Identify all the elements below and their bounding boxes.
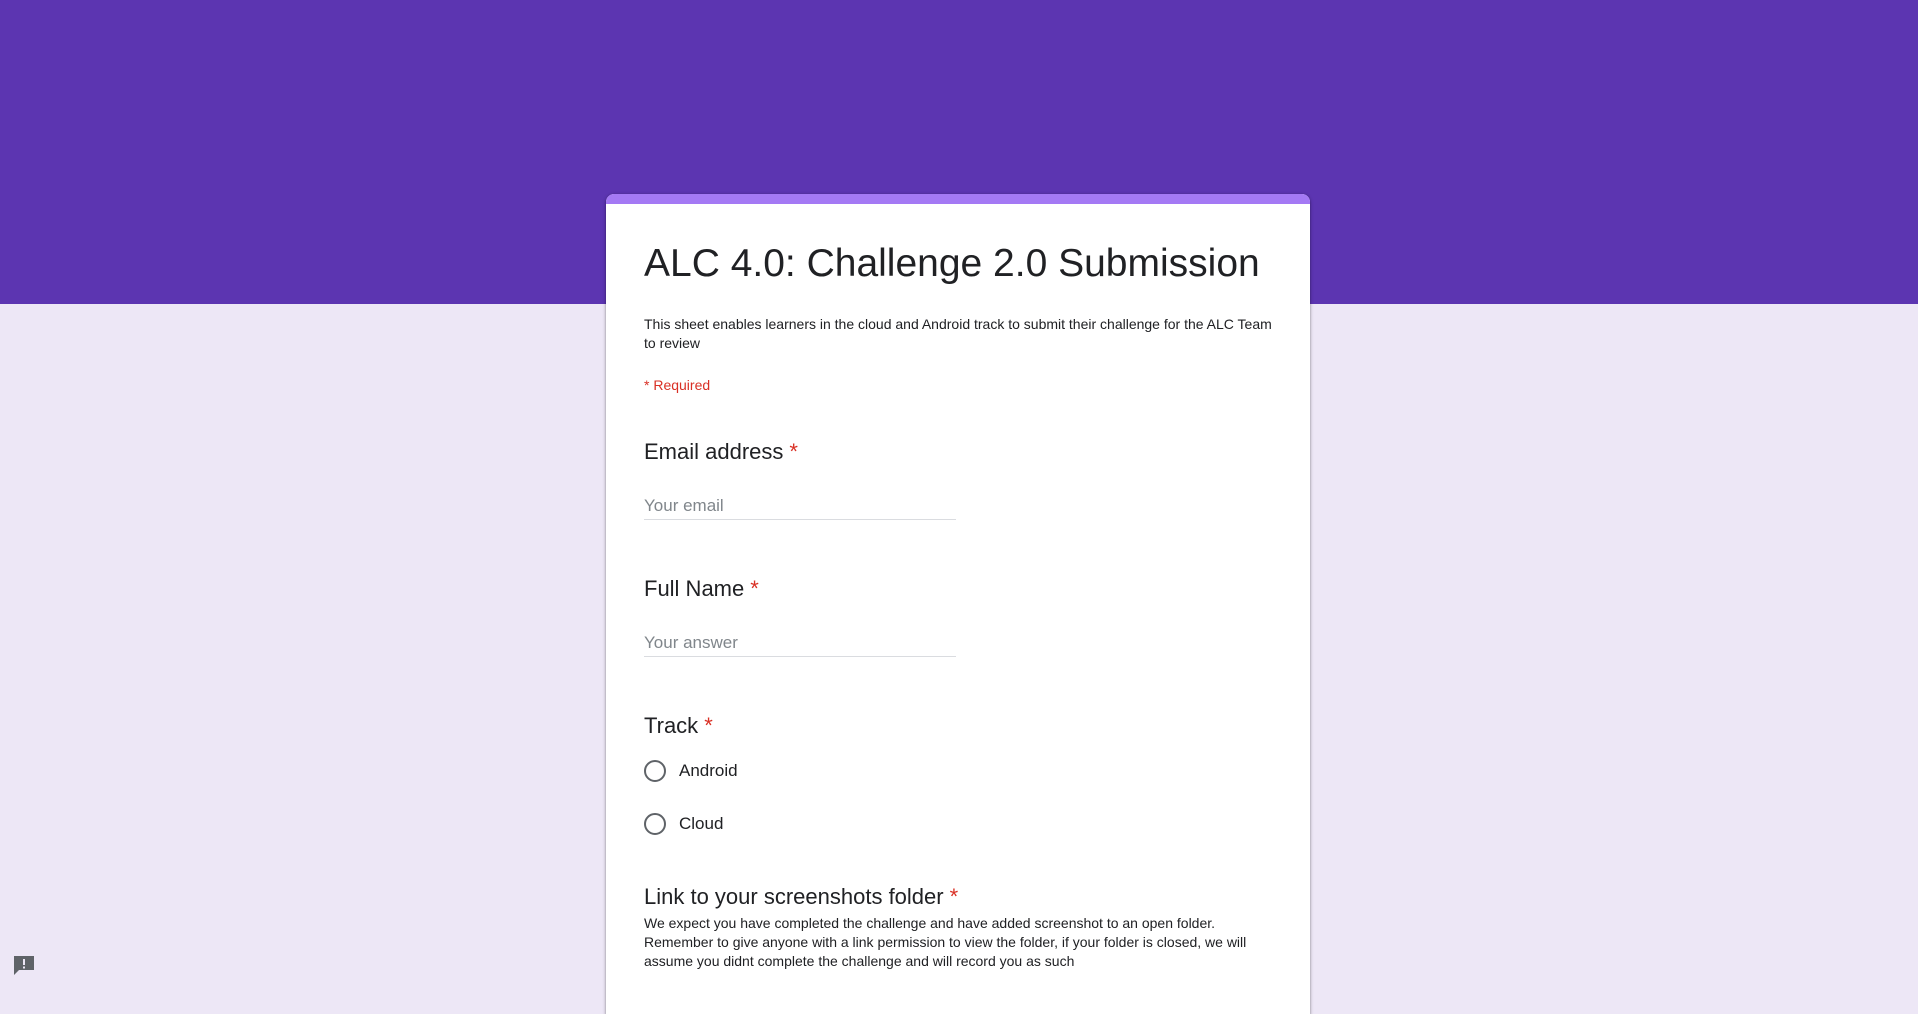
email-question-title: Email address * — [644, 439, 798, 465]
card-accent-bar — [606, 194, 1310, 204]
screenshots-question-label: Link to your screenshots folder — [644, 884, 944, 909]
form-title: ALC 4.0: Challenge 2.0 Submission — [644, 242, 1260, 285]
email-question-label: Email address — [644, 439, 784, 464]
screenshots-question-title: Link to your screenshots folder * — [644, 884, 958, 910]
radio-button-android[interactable] — [644, 760, 666, 782]
form-description: This sheet enables learners in the cloud… — [644, 316, 1272, 351]
form-card: ALC 4.0: Challenge 2.0 Submission This s… — [606, 194, 1310, 1014]
required-asterisk: * — [789, 439, 798, 464]
required-asterisk: * — [750, 576, 759, 601]
report-problem-icon[interactable] — [12, 954, 36, 976]
full-name-question-label: Full Name — [644, 576, 745, 601]
email-input[interactable] — [644, 493, 956, 520]
radio-option-android[interactable]: Android — [644, 758, 738, 784]
full-name-input[interactable] — [644, 630, 956, 657]
radio-label-android: Android — [679, 761, 738, 780]
required-note: * Required — [644, 377, 711, 393]
radio-button-cloud[interactable] — [644, 813, 666, 835]
track-question-label: Track — [644, 713, 699, 738]
screenshots-question-description: We expect you have completed the challen… — [644, 915, 1247, 969]
radio-label-cloud: Cloud — [679, 814, 724, 833]
track-question-title: Track * — [644, 713, 713, 739]
full-name-question-title: Full Name * — [644, 576, 759, 602]
required-asterisk: * — [704, 713, 713, 738]
required-asterisk: * — [949, 884, 959, 909]
radio-option-cloud[interactable]: Cloud — [644, 811, 723, 837]
